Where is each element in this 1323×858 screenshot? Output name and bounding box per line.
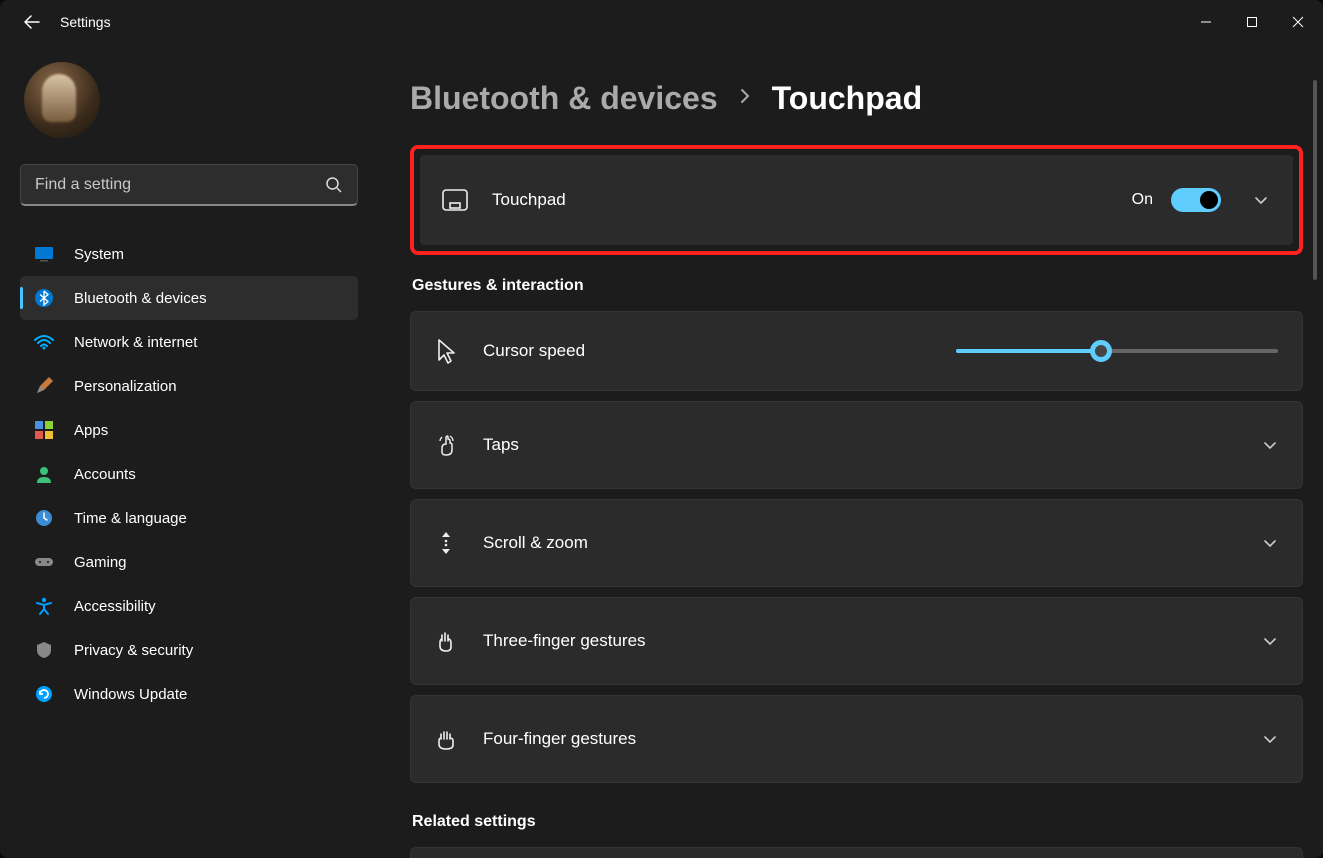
taps-card[interactable]: Taps (410, 401, 1303, 489)
section-related-heading: Related settings (412, 813, 1303, 831)
breadcrumb-current: Touchpad (772, 80, 923, 117)
maximize-icon (1246, 16, 1258, 28)
content-area: System Bluetooth & devices Network & int… (0, 44, 1323, 858)
sidebar-item-time[interactable]: Time & language (20, 496, 358, 540)
scroll-icon (433, 530, 459, 556)
cursor-speed-card: Cursor speed (410, 311, 1303, 391)
three-finger-card[interactable]: Three-finger gestures (410, 597, 1303, 685)
scroll-zoom-label: Scroll & zoom (483, 533, 588, 553)
touchpad-toggle-group: On (1132, 188, 1221, 212)
sidebar-item-label: Accessibility (74, 598, 156, 615)
chevron-down-icon[interactable] (1260, 729, 1280, 749)
title-left: Settings (22, 12, 111, 32)
nav: System Bluetooth & devices Network & int… (20, 232, 358, 716)
update-icon (34, 684, 54, 704)
paintbrush-icon (34, 376, 54, 396)
slider-fill (956, 349, 1101, 353)
avatar[interactable] (24, 62, 100, 138)
sidebar-item-label: Accounts (74, 466, 136, 483)
highlight-touchpad-card: Touchpad On (410, 145, 1303, 255)
sidebar-item-label: Personalization (74, 378, 177, 395)
touchpad-icon (442, 187, 468, 213)
search-icon (325, 176, 343, 194)
three-finger-label: Three-finger gestures (483, 631, 646, 651)
sidebar-item-label: Privacy & security (74, 642, 193, 659)
sidebar-item-accounts[interactable]: Accounts (20, 452, 358, 496)
slider-thumb[interactable] (1090, 340, 1112, 362)
maximize-button[interactable] (1229, 2, 1275, 42)
arrow-left-icon (24, 14, 40, 30)
sidebar-item-apps[interactable]: Apps (20, 408, 358, 452)
sidebar-item-label: Gaming (74, 554, 127, 571)
more-touchpad-settings-card[interactable]: More touchpad settings (410, 847, 1303, 858)
minimize-button[interactable] (1183, 2, 1229, 42)
cursor-speed-slider[interactable] (956, 349, 1278, 353)
bluetooth-icon (34, 288, 54, 308)
scroll-zoom-card[interactable]: Scroll & zoom (410, 499, 1303, 587)
touchpad-state-label: On (1132, 191, 1153, 209)
main-panel: Bluetooth & devices Touchpad Touchpad On (370, 44, 1323, 858)
four-finger-card[interactable]: Four-finger gestures (410, 695, 1303, 783)
sidebar-item-system[interactable]: System (20, 232, 358, 276)
titlebar: Settings (0, 0, 1323, 44)
sidebar-item-personalization[interactable]: Personalization (20, 364, 358, 408)
chevron-down-icon[interactable] (1260, 533, 1280, 553)
clock-icon (34, 508, 54, 528)
sidebar-item-label: Apps (74, 422, 108, 439)
chevron-down-icon[interactable] (1251, 190, 1271, 210)
wifi-icon (34, 332, 54, 352)
gamepad-icon (34, 552, 54, 572)
apps-icon (34, 420, 54, 440)
sidebar-item-label: System (74, 246, 124, 263)
scrollbar[interactable] (1313, 80, 1317, 280)
chevron-down-icon[interactable] (1260, 631, 1280, 651)
sidebar-item-gaming[interactable]: Gaming (20, 540, 358, 584)
back-button[interactable] (22, 12, 42, 32)
minimize-icon (1200, 16, 1212, 28)
four-finger-icon (433, 726, 459, 752)
touchpad-label: Touchpad (492, 190, 566, 210)
tap-icon (433, 432, 459, 458)
sidebar-item-label: Time & language (74, 510, 187, 527)
three-finger-icon (433, 628, 459, 654)
chevron-down-icon[interactable] (1260, 435, 1280, 455)
touchpad-toggle[interactable] (1171, 188, 1221, 212)
person-icon (34, 464, 54, 484)
sidebar-item-accessibility[interactable]: Accessibility (20, 584, 358, 628)
sidebar-item-label: Network & internet (74, 334, 197, 351)
section-gestures-heading: Gestures & interaction (412, 277, 1303, 295)
sidebar-item-label: Windows Update (74, 686, 187, 703)
accessibility-icon (34, 596, 54, 616)
touchpad-toggle-card[interactable]: Touchpad On (420, 155, 1293, 245)
chevron-right-icon (738, 86, 752, 111)
search-box[interactable] (20, 164, 358, 206)
cursor-speed-label: Cursor speed (483, 341, 585, 361)
close-icon (1292, 16, 1304, 28)
monitor-icon (34, 244, 54, 264)
breadcrumb: Bluetooth & devices Touchpad (410, 80, 1303, 117)
search-input[interactable] (35, 176, 325, 194)
close-button[interactable] (1275, 2, 1321, 42)
shield-icon (34, 640, 54, 660)
app-title: Settings (60, 14, 111, 30)
sidebar-item-privacy[interactable]: Privacy & security (20, 628, 358, 672)
sidebar: System Bluetooth & devices Network & int… (0, 44, 370, 858)
window-controls (1183, 2, 1321, 42)
sidebar-item-label: Bluetooth & devices (74, 290, 207, 307)
four-finger-label: Four-finger gestures (483, 729, 636, 749)
taps-label: Taps (483, 435, 519, 455)
sidebar-item-bluetooth[interactable]: Bluetooth & devices (20, 276, 358, 320)
settings-window: Settings System (0, 0, 1323, 858)
sidebar-item-network[interactable]: Network & internet (20, 320, 358, 364)
sidebar-item-update[interactable]: Windows Update (20, 672, 358, 716)
breadcrumb-parent[interactable]: Bluetooth & devices (410, 80, 718, 117)
cursor-icon (433, 338, 459, 364)
